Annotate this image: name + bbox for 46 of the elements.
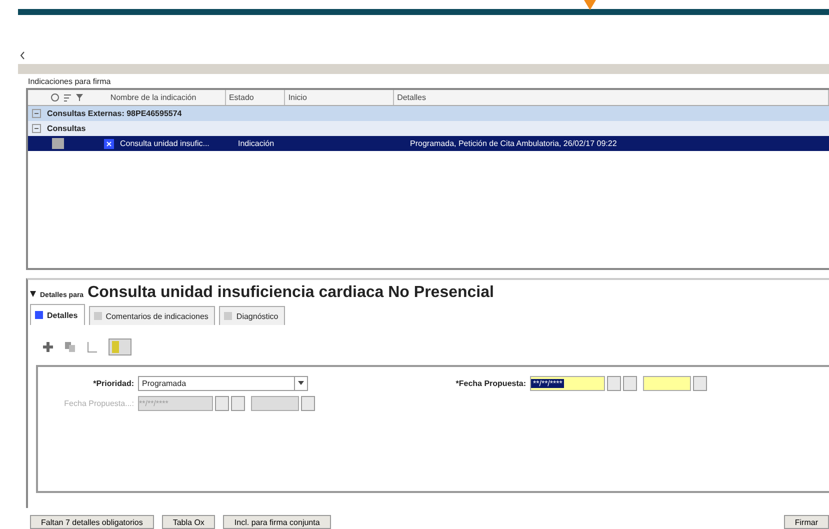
priority-dropdown[interactable]: Programada: [138, 376, 308, 390]
spin-button[interactable]: [215, 396, 229, 410]
table-row[interactable]: Consulta unidad insufic... Indicación Programada, Petición de Cita Ambulatoria, 26/02/17 09:22: [28, 136, 829, 151]
dropdown-icon: [298, 381, 304, 385]
sort-icon: [63, 93, 72, 102]
collapse-icon[interactable]: [30, 291, 36, 297]
spin-button[interactable]: [693, 376, 707, 390]
tab[interactable]: Diagnóstico: [219, 306, 286, 325]
details-title: Consulta unidad insuficiencia cardiaca No Presencial: [88, 284, 494, 302]
action-button[interactable]: Faltan 7 detalles obligatorios: [30, 515, 154, 529]
filter-icon: [75, 93, 84, 102]
table-cell-text: Consulta unidad insufic...: [119, 139, 210, 148]
tab[interactable]: Comentarios de indicaciones: [88, 306, 216, 325]
time-field[interactable]: [643, 376, 691, 390]
status-icon: [52, 138, 64, 149]
calendar-button[interactable]: [231, 396, 245, 410]
action-button[interactable]: Tabla Ox: [162, 515, 216, 529]
collapse-icon[interactable]: [20, 51, 25, 60]
plus-icon[interactable]: [42, 341, 54, 353]
table-cell-text: Indicación: [237, 139, 276, 148]
tab-icon: [223, 311, 234, 321]
tab-icon: [92, 311, 103, 321]
clock-icon: [50, 93, 60, 102]
copy-icon[interactable]: [64, 341, 76, 353]
spin-button[interactable]: [607, 376, 621, 390]
field-label: Fecha Propuesta...:: [63, 398, 135, 408]
toolbar-toggle-icon[interactable]: [108, 338, 132, 356]
tab[interactable]: Detalles: [30, 304, 85, 325]
calendar-button[interactable]: [623, 376, 637, 390]
field-label: *Fecha Propuesta:: [454, 378, 527, 388]
tab-icon: [34, 310, 44, 320]
time-field[interactable]: [251, 396, 299, 410]
sign-button[interactable]: Firmar: [784, 515, 829, 529]
table-cell-text: Programada, Petición de Cita Ambulatoria, 26/02/17 09:22: [409, 139, 617, 148]
date-field[interactable]: **/**/****: [530, 376, 605, 390]
order-icon: [104, 138, 114, 148]
group-label: Consultas Externas: 98PE46595574: [47, 109, 182, 118]
column-header[interactable]: Inicio: [285, 90, 394, 105]
section-label: Indicaciones para firma: [28, 77, 111, 86]
spin-button[interactable]: [301, 396, 315, 410]
group-label: Consultas: [47, 124, 86, 133]
column-header[interactable]: Nombre de la indicación: [107, 90, 226, 105]
action-button[interactable]: Incl. para firma conjunta: [223, 515, 331, 529]
column-header[interactable]: Estado: [226, 90, 286, 105]
field-label: *Prioridad:: [92, 378, 135, 388]
column-header[interactable]: Detalles: [394, 90, 829, 105]
